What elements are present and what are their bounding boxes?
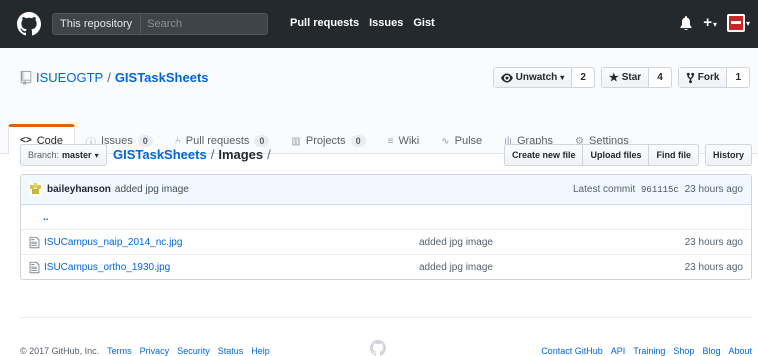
avatar: [726, 14, 745, 32]
file-icon: [29, 236, 40, 248]
repo-owner-link[interactable]: ISUEOGTP: [36, 70, 103, 85]
nav-issues[interactable]: Issues: [369, 17, 403, 29]
footer-link-about[interactable]: About: [728, 346, 752, 356]
branch-prefix: Branch:: [28, 150, 60, 160]
parent-directory-row: ..: [21, 205, 751, 230]
file-age: 23 hours ago: [684, 262, 743, 273]
star-button[interactable]: ★ Star: [601, 68, 650, 87]
footer-link-security[interactable]: Security: [177, 346, 210, 356]
repo-header: ISUEOGTP / GISTaskSheets Unwatch ▾ 2 ★ S…: [0, 48, 758, 155]
footer-link-privacy[interactable]: Privacy: [140, 346, 170, 356]
plus-icon: +: [703, 14, 712, 31]
footer-link-shop[interactable]: Shop: [673, 346, 694, 356]
avatar[interactable]: [29, 183, 42, 196]
latest-commit-info: Latest commit 961115c 23 hours ago: [573, 184, 743, 195]
commit-sha-link[interactable]: 961115c: [641, 185, 679, 195]
file-icon: [29, 261, 40, 274]
file-name-link[interactable]: ISUCampus_ortho_1930.jpg: [44, 262, 170, 273]
branch-select[interactable]: Branch: master ▾: [20, 144, 107, 166]
latest-commit-label: Latest commit: [572, 184, 636, 195]
repo-name-link[interactable]: GISTaskSheets: [115, 70, 209, 85]
nav-gist[interactable]: Gist: [413, 17, 434, 29]
star-icon: ★: [608, 72, 619, 84]
breadcrumb-trailing-separator: /: [267, 147, 271, 162]
github-mark-icon[interactable]: [370, 340, 386, 356]
unwatch-label: Unwatch: [515, 72, 558, 83]
footer: © 2017 GitHub, Inc. Terms Privacy Securi…: [20, 317, 752, 356]
copyright: © 2017 GitHub, Inc.: [20, 346, 100, 356]
commit-author-link[interactable]: baileyhanson: [47, 184, 111, 195]
watch-group: Unwatch ▾ 2: [492, 67, 595, 88]
footer-link-blog[interactable]: Blog: [702, 346, 720, 356]
repo-title: ISUEOGTP / GISTaskSheets: [20, 70, 209, 85]
file-name-link[interactable]: ISUCampus_naip_2014_nc.jpg: [44, 237, 182, 248]
repo-actions: Unwatch ▾ 2 ★ Star 4 Fork 1: [492, 67, 750, 88]
search-scope-label: This repository: [53, 14, 142, 34]
user-menu[interactable]: ▾: [726, 14, 750, 32]
breadcrumb-root-link[interactable]: GISTaskSheets: [113, 147, 207, 162]
breadcrumb: GISTaskSheets / Images /: [113, 147, 275, 162]
fork-label: Fork: [697, 72, 720, 83]
file-age: 23 hours ago: [684, 236, 743, 248]
footer-left: © 2017 GitHub, Inc. Terms Privacy Securi…: [20, 346, 270, 356]
file-commit-message[interactable]: added jpg image: [419, 237, 493, 248]
create-new-dropdown[interactable]: +▾: [703, 15, 717, 31]
forks-count[interactable]: 1: [727, 68, 749, 87]
unwatch-button[interactable]: Unwatch ▾: [493, 68, 573, 87]
file-create-group: Create new file Upload files Find file: [503, 144, 699, 166]
repo-icon: [20, 70, 32, 85]
github-logo-icon[interactable]: [17, 12, 41, 36]
fork-button[interactable]: Fork: [678, 68, 728, 87]
create-new-file-button[interactable]: Create new file: [503, 144, 584, 166]
chevron-down-icon: ▾: [560, 73, 565, 82]
breadcrumb-current: Images: [218, 147, 264, 162]
header-actions: +▾ ▾: [679, 14, 750, 32]
footer-link-api[interactable]: API: [611, 346, 626, 356]
watchers-count[interactable]: 2: [572, 68, 594, 87]
commit-age: 23 hours ago: [684, 184, 743, 195]
repo-title-separator: /: [107, 70, 111, 85]
breadcrumb-separator: /: [210, 147, 215, 162]
table-row: ISUCampus_naip_2014_nc.jpg added jpg ima…: [21, 230, 751, 255]
footer-link-terms[interactable]: Terms: [107, 346, 132, 356]
bell-icon[interactable]: [679, 15, 693, 31]
commit-message-link[interactable]: added jpg image: [115, 184, 189, 195]
header-nav: Pull requests Issues Gist: [290, 17, 435, 29]
branch-name: master: [62, 150, 92, 160]
footer-link-status[interactable]: Status: [218, 346, 244, 356]
chevron-down-icon: ▾: [712, 20, 717, 29]
file-navigation: Branch: master ▾ GISTaskSheets / Images / C…: [20, 144, 752, 166]
footer-link-contact[interactable]: Contact GitHub: [541, 346, 603, 356]
top-navbar: This repository Pull requests Issues Gis…: [0, 0, 758, 48]
stargazers-count[interactable]: 4: [649, 68, 671, 87]
search-box: This repository: [52, 13, 268, 35]
file-actions: Create new file Upload files Find file H…: [503, 144, 752, 166]
table-row: ISUCampus_ortho_1930.jpg added jpg image…: [21, 255, 751, 279]
star-label: Star: [621, 72, 642, 83]
parent-directory-link[interactable]: ..: [43, 212, 49, 223]
star-group: ★ Star 4: [600, 67, 672, 88]
eye-icon: [500, 73, 513, 82]
footer-link-help[interactable]: Help: [251, 346, 270, 356]
fork-icon: [686, 72, 695, 83]
upload-files-button[interactable]: Upload files: [582, 144, 650, 166]
chevron-down-icon: ▾: [745, 18, 750, 28]
commit-tease: baileyhanson added jpg image Latest comm…: [21, 175, 751, 205]
history-button[interactable]: History: [704, 144, 752, 166]
footer-right: Contact GitHub API Training Shop Blog Ab…: [541, 346, 752, 356]
chevron-down-icon: ▾: [94, 150, 99, 160]
fork-group: Fork 1: [677, 67, 750, 88]
file-commit-message[interactable]: added jpg image: [419, 262, 493, 273]
nav-pull-requests[interactable]: Pull requests: [290, 17, 359, 29]
file-table: baileyhanson added jpg image Latest comm…: [20, 174, 752, 280]
search-input[interactable]: [141, 18, 242, 30]
footer-link-training[interactable]: Training: [633, 346, 665, 356]
find-file-button[interactable]: Find file: [648, 144, 699, 166]
